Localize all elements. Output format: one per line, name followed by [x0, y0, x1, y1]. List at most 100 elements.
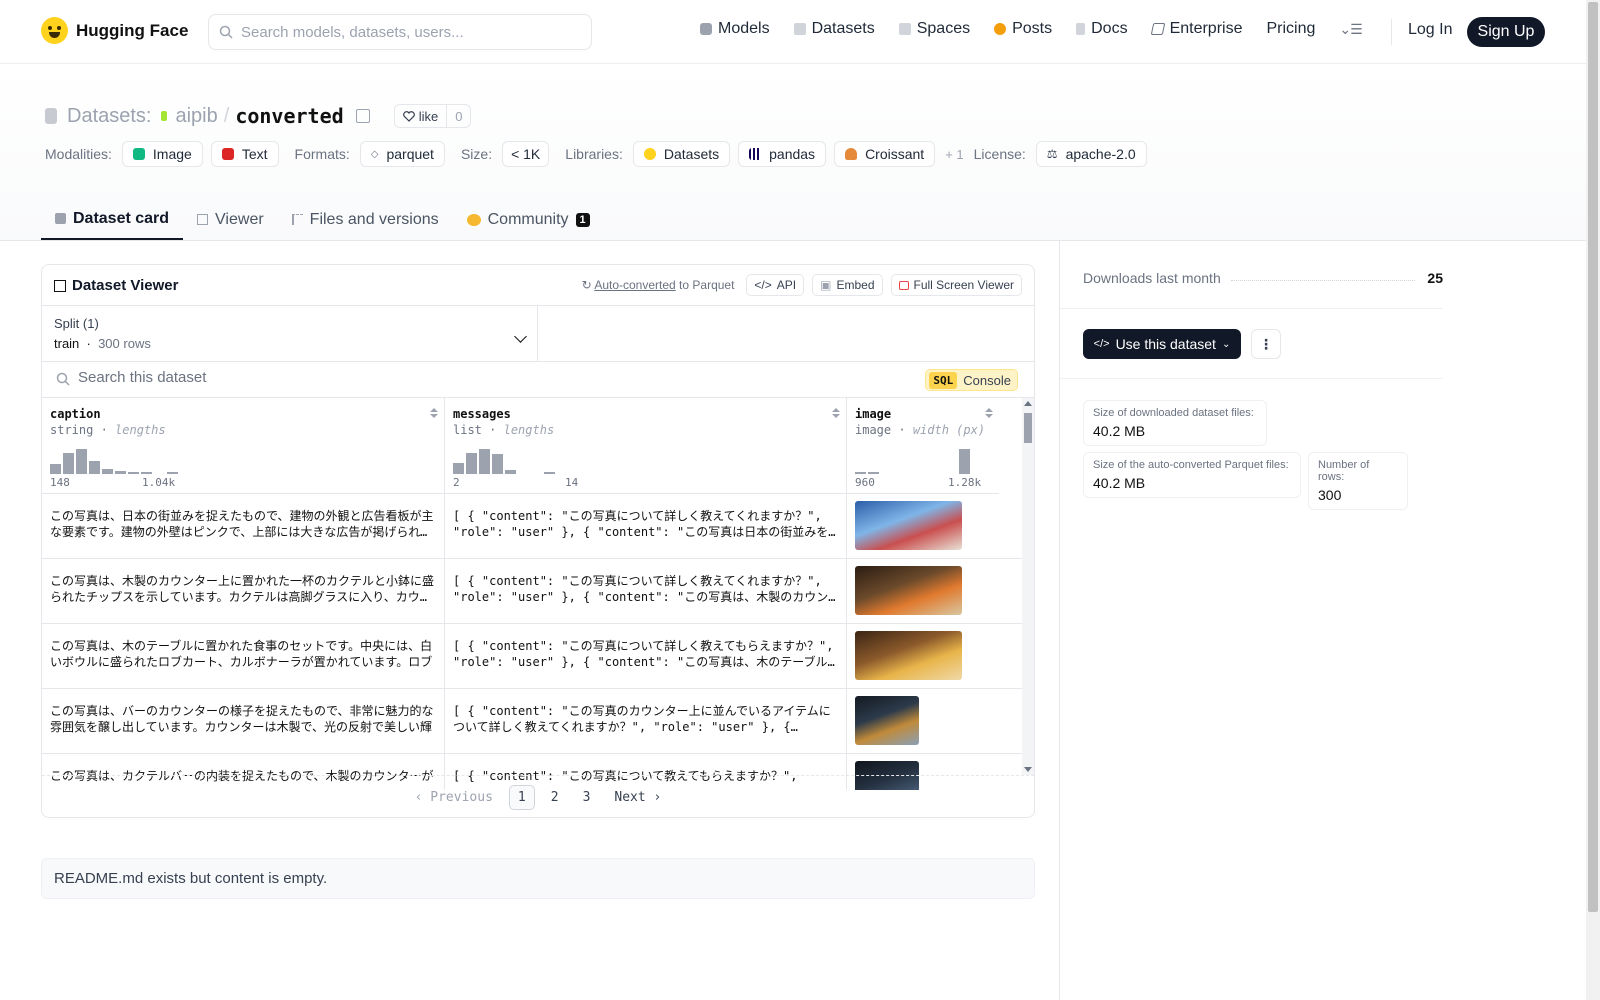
like-button[interactable]: like 0: [393, 104, 472, 128]
caption-cell[interactable]: この写真は、木のテーブルに置かれた食事のセットです。中央には、白いボウルに盛られ…: [42, 624, 445, 688]
image-cell[interactable]: [847, 689, 1024, 753]
tag-parquet[interactable]: ◇ parquet: [359, 141, 445, 167]
histogram-bar[interactable]: [466, 453, 477, 474]
nav-pricing[interactable]: Pricing: [1266, 20, 1315, 38]
section-crumb[interactable]: Datasets:: [67, 105, 151, 128]
column-header-messages[interactable]: messages list · lengths 2 14: [445, 398, 847, 494]
tag-croissant[interactable]: Croissant: [834, 141, 936, 167]
tab-viewer[interactable]: Viewer: [183, 199, 278, 240]
use-dataset-button[interactable]: </> Use this dataset ⌄: [1083, 329, 1241, 359]
dataset-search-input[interactable]: [78, 369, 678, 386]
image-thumbnail[interactable]: [855, 566, 962, 615]
histogram-bar[interactable]: [492, 454, 503, 474]
image-thumbnail[interactable]: [855, 501, 962, 550]
sort-icon[interactable]: [832, 408, 840, 420]
nav-docs[interactable]: Docs: [1076, 20, 1128, 38]
global-search-input[interactable]: [241, 23, 571, 41]
image-cell[interactable]: [847, 624, 1024, 688]
nav-datasets[interactable]: Datasets: [793, 20, 875, 38]
caption-cell[interactable]: この写真は、木製のカウンター上に置かれた一杯のカクテルと小鉢に盛られたチップスを…: [42, 559, 445, 623]
previous-page-button[interactable]: ‹ Previous: [407, 786, 501, 809]
global-search[interactable]: [208, 14, 592, 50]
histogram-bar[interactable]: [505, 469, 516, 474]
embed-button[interactable]: ▣ Embed: [812, 274, 883, 296]
histogram-bar[interactable]: [141, 472, 152, 474]
nav-spaces[interactable]: Spaces: [898, 20, 970, 38]
auto-converted-link[interactable]: Auto-converted: [594, 278, 675, 292]
histogram-bar[interactable]: [102, 468, 113, 474]
image-cell[interactable]: [847, 494, 1024, 558]
nav-models[interactable]: Models: [700, 20, 770, 38]
nav-posts[interactable]: Posts: [994, 20, 1052, 38]
dataset-name[interactable]: converted: [235, 104, 343, 128]
tag-image[interactable]: Image: [121, 141, 203, 167]
column-header-image[interactable]: image image · width (px) 960 1.28k: [847, 398, 999, 494]
org-link[interactable]: aipib: [175, 105, 217, 128]
table-row[interactable]: この写真は、日本の街並みを捉えたもので、建物の外観と広告看板が主な要素です。建物…: [42, 494, 1024, 559]
page-scrollbar-thumb[interactable]: [1588, 2, 1598, 912]
tag-text-label: Text: [241, 146, 268, 162]
caption-cell[interactable]: この写真は、日本の街並みを捉えたもので、建物の外観と広告看板が主な要素です。建物…: [42, 494, 445, 558]
scroll-down-icon[interactable]: [1024, 767, 1032, 772]
tag-pandas[interactable]: pandas: [738, 141, 827, 167]
histogram-bar[interactable]: [89, 461, 100, 474]
brand-logo[interactable]: Hugging Face: [41, 17, 188, 44]
sort-icon[interactable]: [985, 408, 993, 420]
fullscreen-button[interactable]: Full Screen Viewer: [890, 274, 1022, 296]
sort-icon[interactable]: [430, 408, 438, 420]
page-scrollbar[interactable]: [1586, 0, 1600, 1000]
tab-community[interactable]: Community 1: [453, 199, 604, 240]
next-page-button[interactable]: Next ›: [606, 786, 669, 809]
tab-dataset-card[interactable]: Dataset card: [41, 199, 184, 240]
table-row[interactable]: この写真は、バーのカウンターの様子を捉えたもので、非常に魅力的な雰囲気を醸し出し…: [42, 689, 1024, 754]
tag-text[interactable]: Text: [210, 141, 279, 167]
signup-button[interactable]: Sign Up: [1467, 17, 1545, 47]
page-2-button[interactable]: 2: [543, 786, 567, 809]
tab-files[interactable]: Files and versions: [278, 199, 453, 240]
image-thumbnail[interactable]: [855, 696, 919, 745]
caption-cell[interactable]: この写真は、バーのカウンターの様子を捉えたもので、非常に魅力的な雰囲気を醸し出し…: [42, 689, 445, 753]
histogram-bar[interactable]: [479, 448, 490, 474]
split-selector[interactable]: Split (1) train · 300 rows: [42, 306, 538, 362]
scroll-up-icon[interactable]: [1024, 401, 1032, 406]
table-scrollbar[interactable]: [1022, 398, 1034, 775]
login-link[interactable]: Log In: [1408, 21, 1452, 39]
column-type: image · width (px): [855, 423, 986, 437]
histogram-bar[interactable]: [868, 472, 879, 474]
tag-datasets-lib[interactable]: Datasets: [632, 141, 731, 167]
page-1-button[interactable]: 1: [508, 785, 535, 810]
image-thumbnail[interactable]: [855, 631, 962, 680]
table-row[interactable]: この写真は、木製のカウンター上に置かれた一杯のカクテルと小鉢に盛られたチップスを…: [42, 559, 1024, 624]
column-header-caption[interactable]: caption string · lengths 148 1.04k: [42, 398, 445, 494]
tag-size[interactable]: < 1K: [502, 141, 550, 167]
page-3-button[interactable]: 3: [575, 786, 599, 809]
community-badge: 1: [575, 212, 590, 227]
messages-cell[interactable]: [ { "content": "この写真について詳しく教えてもらえますか？", …: [445, 624, 847, 688]
sql-console-button[interactable]: SQL Console: [925, 369, 1018, 391]
messages-cell[interactable]: [ { "content": "この写真について詳しく教えてくれますか？", "…: [445, 494, 847, 558]
histogram-bar[interactable]: [167, 472, 178, 474]
copy-icon[interactable]: [355, 109, 370, 123]
histogram-bar[interactable]: [959, 448, 970, 474]
api-button[interactable]: </> API: [746, 274, 805, 296]
image-cell[interactable]: [847, 559, 1024, 623]
messages-cell[interactable]: [ { "content": "この写真について詳しく教えてくれますか？", "…: [445, 559, 847, 623]
histogram-bar[interactable]: [115, 471, 126, 474]
histogram-bar[interactable]: [76, 448, 87, 474]
histogram-bar[interactable]: [855, 472, 866, 474]
more-libraries[interactable]: + 1: [945, 147, 963, 162]
nav-enterprise[interactable]: Enterprise: [1150, 20, 1242, 38]
table-scrollbar-thumb[interactable]: [1024, 413, 1032, 443]
more-options-button[interactable]: ⋮: [1251, 329, 1281, 359]
histogram-bar[interactable]: [50, 464, 61, 474]
messages-cell[interactable]: [ { "content": "この写真のカウンター上に並んでいるアイテムについ…: [445, 689, 847, 753]
num-rows-value: 300: [1318, 487, 1342, 503]
tag-license[interactable]: ⚖ apache-2.0: [1035, 141, 1147, 167]
table-row[interactable]: この写真は、木のテーブルに置かれた食事のセットです。中央には、白いボウルに盛られ…: [42, 624, 1024, 689]
histogram-bar[interactable]: [128, 472, 139, 474]
dataset-search[interactable]: SQL Console: [42, 362, 1034, 398]
histogram-bar[interactable]: [453, 462, 464, 474]
more-menu-icon[interactable]: ⌄☰: [1339, 21, 1362, 38]
histogram-bar[interactable]: [544, 472, 555, 474]
histogram-bar[interactable]: [63, 453, 74, 474]
